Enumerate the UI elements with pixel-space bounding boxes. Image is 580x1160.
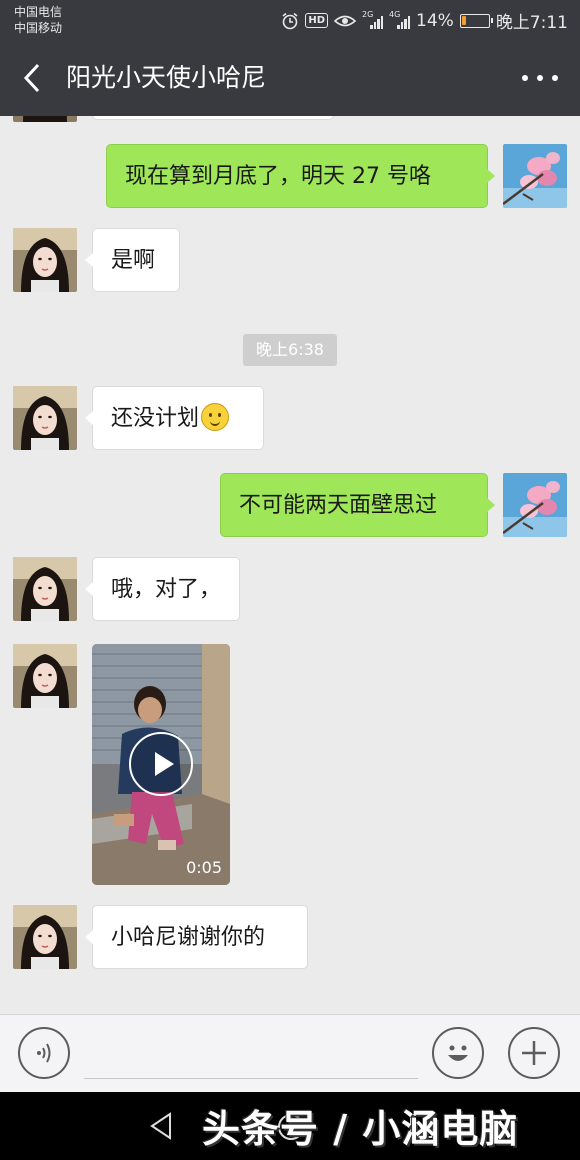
carrier-info: 中国电信 中国移动 [14,4,62,36]
clock: 晚上7:11 [495,13,568,33]
hd-icon: HD [305,13,329,28]
signal-4g-icon: 4G [389,9,411,29]
time-divider: 晚上6:38 [243,334,337,366]
message-bubble-received[interactable]: 还没计划 [85,386,264,450]
video-duration: 0:05 [186,858,222,877]
message-bubble-sent[interactable]: 现在算到月底了，明天 27 号咯 [106,144,495,208]
signal-2g-icon: 2G [362,9,384,29]
voice-icon [37,1043,51,1063]
chat-header: 阳光小天使小哈尼 [0,40,580,116]
message-text: 小哈尼谢谢你的 [111,925,266,950]
message-input[interactable] [84,1035,418,1079]
emoji-icon [448,1045,468,1061]
smile-emoji-icon [201,403,230,431]
watermark-text: 头条号 / 小涵电脑 [202,1107,519,1151]
message-text: 哦，对了， [111,577,222,602]
message-list[interactable]: 现在算到月底了，明天 27 号咯 是啊 晚上6:38 还没计划 不可能两天面壁思… [0,116,580,1014]
avatar-self[interactable] [503,144,567,208]
message-bubble-sent[interactable]: 不可能两天面壁思过 [220,473,495,537]
nav-back-icon[interactable] [148,1112,174,1140]
battery-icon [459,13,493,28]
message-bubble-received[interactable]: 是啊 [85,228,180,292]
avatar-contact[interactable] [13,557,77,621]
eye-icon [334,14,357,28]
chat-title: 阳光小天使小哈尼 [66,63,267,92]
more-functions-button[interactable] [508,1027,560,1079]
avatar-contact[interactable] [13,116,77,122]
more-options-button[interactable] [522,68,558,88]
avatar-self[interactable] [503,473,567,537]
back-arrow-icon [23,63,40,93]
message-text: 现在算到月底了，明天 27 号咯 [125,164,431,189]
carrier-2: 中国移动 [14,21,63,35]
system-nav-bar: 头条号 / 小涵电脑 [0,1092,580,1160]
input-bar [0,1014,580,1092]
play-icon[interactable] [129,732,193,796]
dot [552,75,558,81]
carrier-1: 中国电信 [14,5,63,19]
video-message[interactable]: 0:05 [92,644,230,885]
avatar-contact[interactable] [13,228,77,292]
message-bubble-partial [92,116,334,120]
avatar-contact[interactable] [13,905,77,969]
alarm-icon [281,12,299,30]
plus-icon [522,1041,546,1065]
message-text: 还没计划 [111,406,200,431]
dot [522,75,528,81]
back-button[interactable] [14,60,50,96]
battery-fill [461,15,466,25]
status-icons: HD 2G 4G 14% 晚上7:11 [281,8,568,33]
dot [537,75,543,81]
message-text: 不可能两天面壁思过 [239,493,438,518]
net-label-1: 2G [362,9,374,19]
net-label-2: 4G [389,9,401,19]
battery-percent: 14% [416,10,454,31]
avatar-contact[interactable] [13,386,77,450]
message-bubble-received[interactable]: 小哈尼谢谢你的 [85,905,308,969]
voice-button[interactable] [18,1027,70,1079]
message-text: 是啊 [111,248,156,273]
avatar-contact[interactable] [13,644,77,708]
message-bubble-received[interactable]: 哦，对了， [85,557,240,621]
status-bar: 中国电信 中国移动 HD 2G 4G 14% 晚上7:11 [0,0,580,40]
emoji-button[interactable] [432,1027,484,1079]
